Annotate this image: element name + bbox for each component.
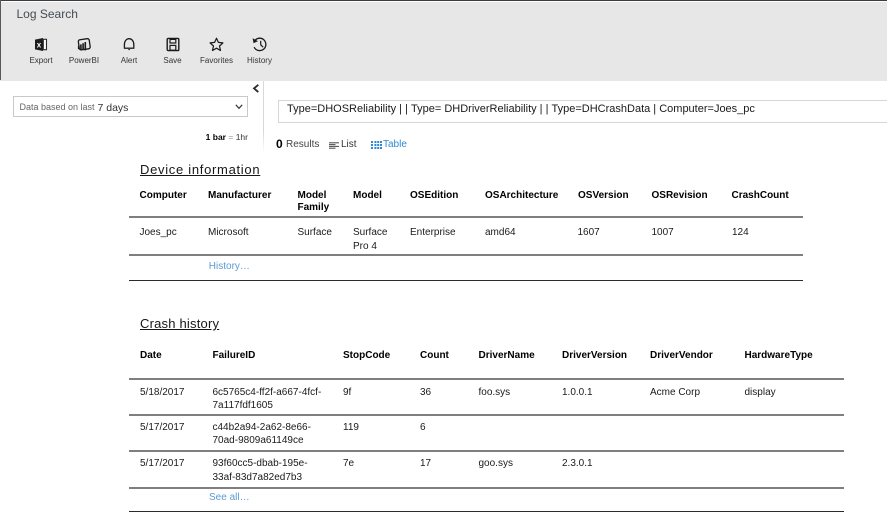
svg-text:x: x [36, 40, 41, 49]
